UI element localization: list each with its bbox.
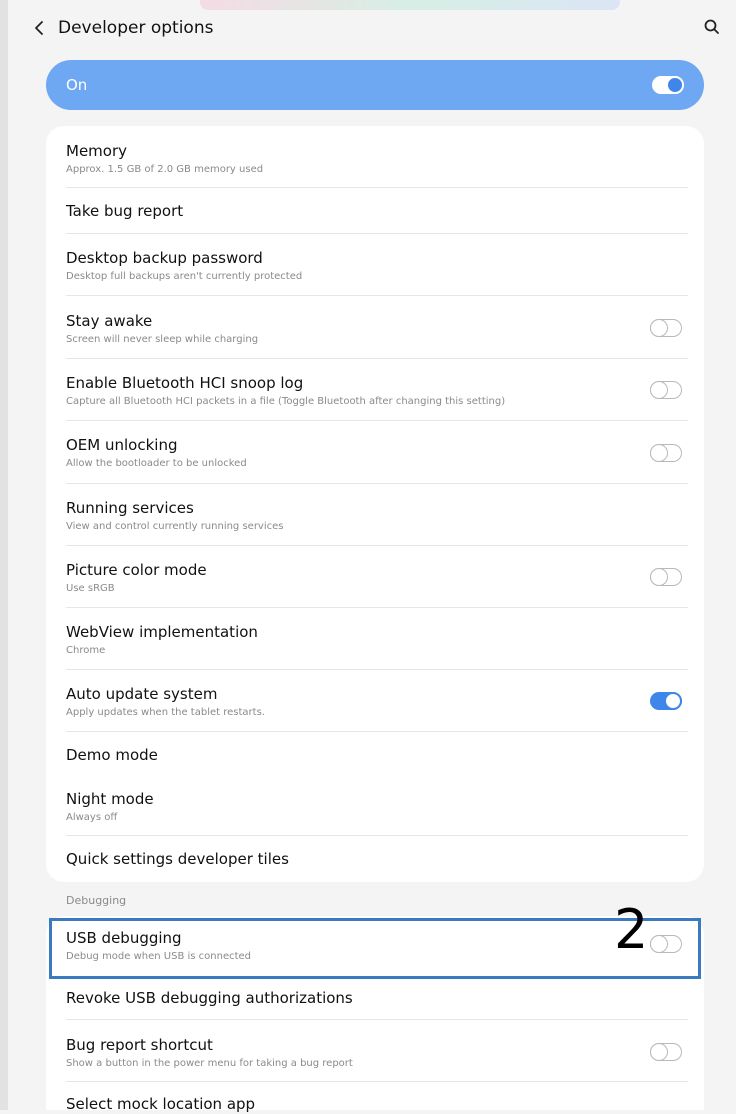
toggle-knob — [649, 1042, 668, 1061]
setting-stay-awake[interactable]: Stay awake Screen will never sleep while… — [46, 296, 704, 359]
setting-auto-update-system[interactable]: Auto update system Apply updates when th… — [46, 670, 704, 732]
master-switch-label: On — [66, 76, 88, 94]
setting-desktop-backup-password[interactable]: Desktop backup password Desktop full bac… — [46, 234, 704, 296]
developer-options-master-switch[interactable]: On — [46, 60, 704, 110]
setting-title: Picture color mode — [66, 561, 207, 579]
setting-title: Desktop backup password — [66, 249, 263, 267]
setting-oem-unlocking[interactable]: OEM unlocking Allow the bootloader to be… — [46, 421, 704, 484]
setting-select-mock-location-app[interactable]: Select mock location app — [46, 1082, 704, 1113]
picture-color-mode-toggle[interactable] — [649, 567, 682, 586]
setting-subtitle: Use sRGB — [66, 583, 115, 594]
bluetooth-hci-snoop-toggle[interactable] — [649, 380, 682, 399]
setting-subtitle: Debug mode when USB is connected — [66, 951, 252, 962]
setting-subtitle: Screen will never sleep while charging — [66, 334, 259, 345]
setting-subtitle: View and control currently running servi… — [66, 521, 284, 532]
settings-card: Memory Approx. 1.5 GB of 2.0 GB memory u… — [46, 126, 704, 882]
setting-night-mode[interactable]: Night mode Always off — [46, 778, 704, 836]
screen-frame-edge — [0, 0, 8, 1110]
setting-subtitle: Chrome — [66, 645, 106, 656]
setting-subtitle: Apply updates when the tablet restarts. — [66, 707, 265, 718]
setting-title: Memory — [66, 142, 128, 160]
setting-title: WebView implementation — [66, 623, 258, 641]
auto-update-system-toggle[interactable] — [650, 692, 682, 710]
setting-quick-settings-developer-tiles[interactable]: Quick settings developer tiles — [46, 836, 704, 882]
setting-bug-report-shortcut[interactable]: Bug report shortcut Show a button in the… — [46, 1020, 704, 1082]
stay-awake-toggle[interactable] — [649, 318, 682, 337]
setting-title: Revoke USB debugging authorizations — [66, 989, 353, 1007]
setting-title: USB debugging — [66, 929, 182, 947]
oem-unlocking-toggle[interactable] — [649, 443, 682, 462]
toggle-knob — [649, 934, 668, 953]
master-toggle[interactable] — [652, 76, 684, 94]
toggle-knob — [649, 380, 668, 399]
setting-title: Demo mode — [66, 746, 158, 764]
setting-subtitle: Desktop full backups aren't currently pr… — [66, 271, 303, 282]
step-number-label: 2 — [614, 898, 649, 961]
setting-title: Auto update system — [66, 685, 218, 703]
toggle-knob — [649, 318, 668, 337]
setting-title: Running services — [66, 499, 194, 517]
search-icon[interactable] — [702, 17, 722, 37]
bug-report-shortcut-toggle[interactable] — [649, 1042, 682, 1061]
setting-subtitle: Show a button in the power menu for taki… — [66, 1058, 353, 1069]
setting-title: Night mode — [66, 790, 154, 808]
setting-running-services[interactable]: Running services View and control curren… — [46, 484, 704, 546]
setting-title: Bug report shortcut — [66, 1036, 213, 1054]
setting-title: Stay awake — [66, 312, 153, 330]
toggle-knob — [666, 76, 684, 94]
setting-webview-implementation[interactable]: WebView implementation Chrome — [46, 608, 704, 670]
section-label-debugging: Debugging — [66, 894, 127, 907]
debugging-card: USB debugging Debug mode when USB is con… — [46, 916, 704, 1113]
toggle-knob — [664, 692, 682, 710]
page-title: Developer options — [58, 18, 214, 38]
toggle-knob — [649, 567, 668, 586]
setting-memory[interactable]: Memory Approx. 1.5 GB of 2.0 GB memory u… — [46, 126, 704, 188]
chevron-left-icon[interactable] — [30, 16, 50, 40]
setting-demo-mode[interactable]: Demo mode — [46, 732, 704, 778]
setting-revoke-usb-debugging[interactable]: Revoke USB debugging authorizations — [46, 978, 704, 1020]
setting-subtitle: Capture all Bluetooth HCI packets in a f… — [66, 396, 506, 407]
setting-usb-debugging[interactable]: USB debugging Debug mode when USB is con… — [46, 916, 704, 978]
app-header: Developer options — [0, 8, 736, 48]
setting-subtitle: Always off — [66, 812, 118, 823]
setting-title: Enable Bluetooth HCI snoop log — [66, 374, 304, 392]
setting-title: OEM unlocking — [66, 436, 178, 454]
setting-take-bug-report[interactable]: Take bug report — [46, 188, 704, 234]
setting-title: Take bug report — [66, 202, 184, 220]
setting-subtitle: Approx. 1.5 GB of 2.0 GB memory used — [66, 164, 264, 175]
setting-title: Select mock location app — [66, 1095, 256, 1113]
setting-subtitle: Allow the bootloader to be unlocked — [66, 458, 247, 469]
toggle-knob — [649, 443, 668, 462]
setting-bluetooth-hci-snoop-log[interactable]: Enable Bluetooth HCI snoop log Capture a… — [46, 359, 704, 421]
setting-title: Quick settings developer tiles — [66, 850, 289, 868]
setting-picture-color-mode[interactable]: Picture color mode Use sRGB — [46, 546, 704, 608]
usb-debugging-toggle[interactable] — [649, 934, 682, 953]
